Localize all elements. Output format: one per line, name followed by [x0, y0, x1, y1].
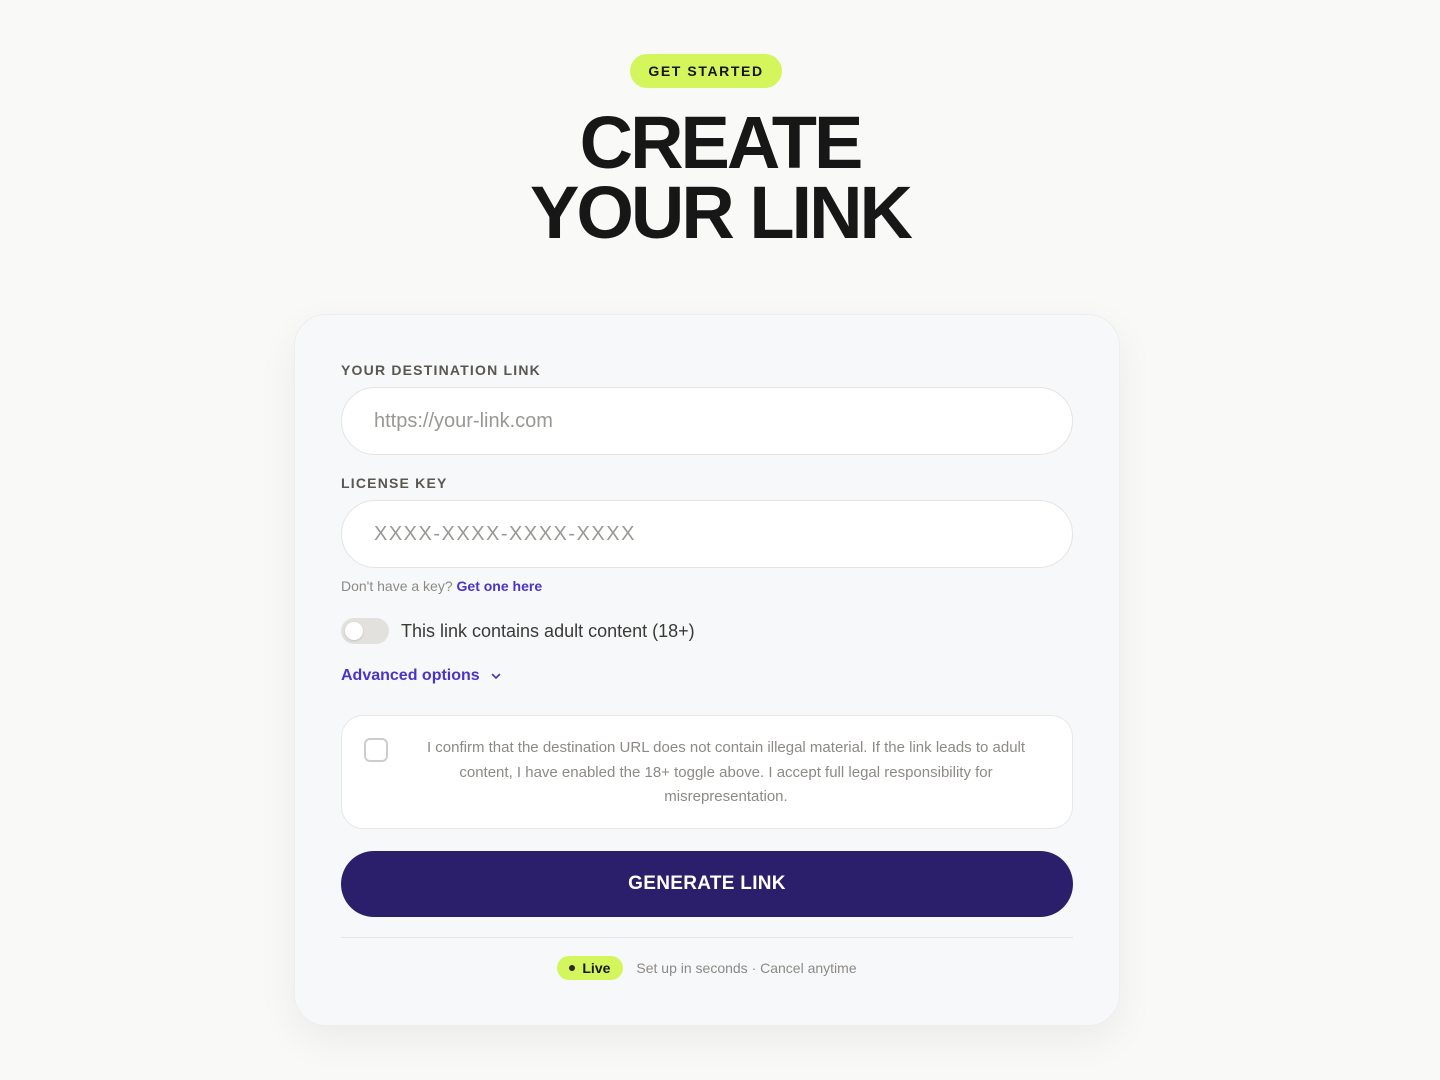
page-title-line-2: YOUR LINK [530, 171, 913, 254]
destination-link-label: YOUR DESTINATION LINK [341, 362, 541, 378]
card-footer: Live Set up in seconds · Cancel anytime [341, 956, 1073, 980]
get-started-badge: GET STARTED [630, 54, 782, 88]
chevron-down-icon [491, 673, 500, 679]
license-key-label: LICENSE KEY [341, 475, 448, 491]
adult-content-toggle[interactable] [341, 618, 389, 644]
legal-confirmation-text: I confirm that the destination URL does … [426, 739, 1026, 805]
create-link-card: YOUR DESTINATION LINK LICENSE KEY Don't … [294, 314, 1120, 1026]
legal-confirmation-box: I confirm that the destination URL does … [341, 715, 1073, 829]
get-license-link[interactable]: Get one here [457, 578, 543, 594]
advanced-options-label: Advanced options [341, 667, 480, 684]
toggle-knob [345, 622, 363, 640]
live-status-label: Live [582, 960, 611, 976]
adult-content-toggle-row: This link contains adult content (18+) [341, 618, 695, 644]
page-title: CREATE YOUR LINK [420, 101, 1020, 254]
legal-confirmation-checkbox[interactable] [364, 738, 388, 762]
page: GET STARTED CREATE YOUR LINK YOUR DESTIN… [0, 0, 1440, 1080]
live-status-badge: Live [557, 956, 624, 980]
adult-content-toggle-label: This link contains adult content (18+) [401, 620, 695, 641]
page-title-line-1: CREATE [579, 101, 864, 184]
status-dot-icon [569, 965, 576, 971]
license-helper-text: Don't have a key? Get one here [341, 578, 542, 594]
footer-tagline: Set up in seconds · Cancel anytime [636, 960, 857, 976]
license-key-field-wrapper [341, 500, 1073, 568]
license-helper-prompt: Don't have a key? [341, 578, 453, 594]
card-divider [341, 937, 1073, 938]
license-key-input[interactable] [342, 501, 1072, 567]
generate-link-button[interactable]: GENERATE LINK [341, 851, 1073, 917]
destination-link-field-wrapper [341, 387, 1073, 455]
advanced-options-button[interactable]: Advanced options [341, 667, 502, 685]
destination-link-input[interactable] [342, 388, 1072, 454]
